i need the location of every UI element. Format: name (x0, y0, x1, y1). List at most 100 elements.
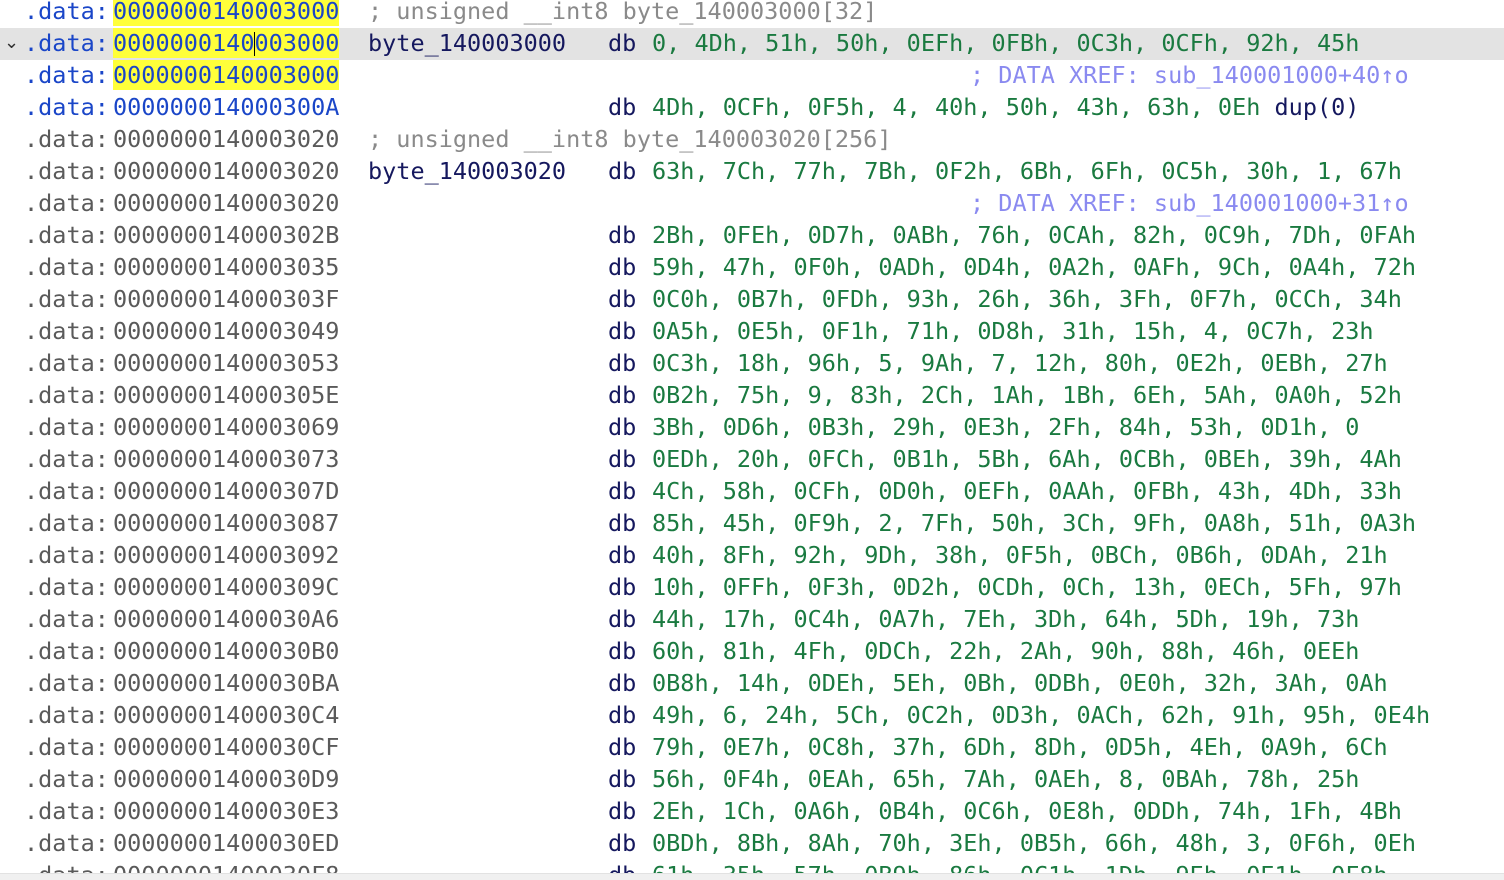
address[interactable]: 000000014000309C (113, 572, 339, 602)
xref-comment[interactable]: ; DATA XREF: sub_140001000+40↑o (970, 60, 1409, 90)
operand-values: 85h, 45h, 0F9h, 2, 7Fh, 50h, 3Ch, 9Fh, 0… (652, 509, 1417, 537)
directive: db (608, 509, 637, 537)
operand-values: 0, 4Dh, 51h, 50h, 0EFh, 0FBh, 0C3h, 0CFh… (652, 29, 1360, 57)
address[interactable]: 0000000140003020 (113, 124, 339, 154)
operands: 3Bh, 0D6h, 0B3h, 29h, 0E3h, 2Fh, 84h, 53… (652, 412, 1359, 442)
segment-name: .data: (24, 93, 109, 121)
address[interactable]: 0000000140003000 (113, 28, 340, 58)
address[interactable]: 000000014000305E (113, 380, 339, 410)
segment-name: .data: (24, 860, 109, 874)
symbol-label[interactable]: byte_140003000 (368, 28, 566, 58)
segment-name: .data: (24, 125, 109, 153)
operand-values: 56h, 0F4h, 0EAh, 65h, 7Ah, 0AEh, 8, 0BAh… (652, 765, 1360, 793)
disassembly-listing[interactable]: .data: 0000000140003000; unsigned __int8 … (0, 0, 1504, 874)
listing-line[interactable]: .data: 00000001400030C4 db 49h, 6, 24h, 5Ch… (0, 700, 1504, 732)
segment-name: .data: (24, 541, 109, 569)
address[interactable]: 0000000140003020 (113, 188, 339, 218)
operands: 10h, 0FFh, 0F3h, 0D2h, 0CDh, 0Ch, 13h, 0… (652, 572, 1402, 602)
address[interactable]: 00000001400030E3 (113, 796, 339, 826)
operands: 2Eh, 1Ch, 0A6h, 0B4h, 0C6h, 0E8h, 0DDh, … (652, 796, 1402, 826)
listing-line[interactable]: .data: 000000014000307D db 4Ch, 58h, 0CFh, … (0, 476, 1504, 508)
address[interactable]: 0000000140003069 (113, 412, 339, 442)
listing-line[interactable]: .data: 00000001400030F8 db 61h, 35h, 57h, 0… (0, 860, 1504, 874)
listing-line[interactable]: .data: 0000000140003020 byte_140003020 db 63… (0, 156, 1504, 188)
address[interactable]: 0000000140003035 (113, 252, 339, 282)
listing-line[interactable]: .data: 00000001400030ED db 0BDh, 8Bh, 8Ah, … (0, 828, 1504, 860)
address[interactable]: 00000001400030D9 (113, 764, 339, 794)
listing-line[interactable]: .data: 000000014000309C db 10h, 0FFh, 0F3h,… (0, 572, 1504, 604)
collapse-chevron-icon[interactable]: ⌄ (4, 28, 22, 58)
operands: 0, 4Dh, 51h, 50h, 0EFh, 0FBh, 0C3h, 0CFh… (652, 28, 1359, 58)
address[interactable]: 000000014000303F (113, 284, 339, 314)
operand-values: 79h, 0E7h, 0C8h, 37h, 6Dh, 8Dh, 0D5h, 4E… (652, 733, 1388, 761)
address[interactable]: 0000000140003087 (113, 508, 339, 538)
listing-line[interactable]: .data: 000000014000302B db 2Bh, 0FEh, 0D7h,… (0, 220, 1504, 252)
listing-line[interactable]: .data: 00000001400030BA db 0B8h, 14h, 0DEh,… (0, 668, 1504, 700)
symbol-label[interactable]: byte_140003020 (368, 156, 566, 186)
listing-line[interactable]: .data: 0000000140003073 db 0EDh, 20h, 0FCh,… (0, 444, 1504, 476)
address[interactable]: 00000001400030B0 (113, 636, 339, 666)
listing-line[interactable]: .data: 0000000140003069 db 3Bh, 0D6h, 0B3h,… (0, 412, 1504, 444)
segment-name: .data: (24, 477, 109, 505)
listing-line[interactable]: .data: 000000014000303F db 0C0h, 0B7h, 0FDh… (0, 284, 1504, 316)
listing-line[interactable]: .data: 0000000140003049 db 0A5h, 0E5h, 0F1h… (0, 316, 1504, 348)
dup-expression: dup(0) (1274, 93, 1360, 121)
listing-line[interactable]: .data: 0000000140003035 db 59h, 47h, 0F0h, … (0, 252, 1504, 284)
operand-values: 44h, 17h, 0C4h, 0A7h, 7Eh, 3Dh, 64h, 5Dh… (652, 605, 1360, 633)
address[interactable]: 0000000140003020 (113, 156, 339, 186)
directive: db (608, 605, 637, 633)
address[interactable]: 00000001400030C4 (113, 700, 339, 730)
directive: db (608, 541, 637, 569)
address[interactable]: 0000000140003049 (113, 316, 339, 346)
listing-line[interactable]: .data: 00000001400030B0 db 60h, 81h, 4Fh, 0… (0, 636, 1504, 668)
listing-line[interactable]: .data: 00000001400030A6 db 44h, 17h, 0C4h, … (0, 604, 1504, 636)
segment-name: .data: (24, 413, 109, 441)
comment: ; unsigned __int8 byte_140003020[256] (368, 125, 892, 153)
segment-name: .data: (24, 445, 109, 473)
operand-values: 40h, 8Fh, 92h, 9Dh, 38h, 0F5h, 0BCh, 0B6… (652, 541, 1388, 569)
address[interactable]: 000000014000307D (113, 476, 339, 506)
operands: 63h, 7Ch, 77h, 7Bh, 0F2h, 6Bh, 6Fh, 0C5h… (652, 156, 1402, 186)
address[interactable]: 0000000140003073 (113, 444, 339, 474)
operand-values: 2Eh, 1Ch, 0A6h, 0B4h, 0C6h, 0E8h, 0DDh, … (652, 797, 1402, 825)
address[interactable]: 0000000140003092 (113, 540, 339, 570)
directive: db (608, 765, 637, 793)
horizontal-scrollbar[interactable] (0, 873, 1504, 880)
address[interactable]: 00000001400030CF (113, 732, 339, 762)
address[interactable]: 00000001400030ED (113, 828, 339, 858)
listing-line[interactable]: .data: 0000000140003000 ; unsigned __int8 … (0, 0, 1504, 28)
address[interactable]: 00000001400030BA (113, 668, 339, 698)
listing-line[interactable]: .data: 00000001400030E3 db 2Eh, 1Ch, 0A6h, … (0, 796, 1504, 828)
listing-line[interactable]: .data: 0000000140003053 db 0C3h, 18h, 96h, … (0, 348, 1504, 380)
address[interactable]: 0000000140003053 (113, 348, 339, 378)
segment-name: .data: (24, 317, 109, 345)
listing-line[interactable]: .data: 000000014000305E db 0B2h, 75h, 9, 83… (0, 380, 1504, 412)
segment-name: .data: (24, 637, 109, 665)
address[interactable]: 000000014000302B (113, 220, 339, 250)
address[interactable]: 00000001400030A6 (113, 604, 339, 634)
address[interactable]: 000000014000300A (113, 92, 339, 122)
listing-line[interactable]: .data: 0000000140003092 db 40h, 8Fh, 92h, 9… (0, 540, 1504, 572)
operands: 0BDh, 8Bh, 8Ah, 70h, 3Eh, 0B5h, 66h, 48h… (652, 828, 1416, 858)
directive: db (608, 157, 637, 185)
listing-line[interactable]: .data: 0000000140003020 ; unsigned __int8 … (0, 124, 1504, 156)
address[interactable]: 00000001400030F8 (113, 860, 339, 874)
directive: db (608, 637, 637, 665)
listing-line[interactable]: .data: 00000001400030D9 db 56h, 0F4h, 0EAh,… (0, 764, 1504, 796)
address[interactable]: 0000000140003000 (113, 60, 340, 90)
segment-name: .data: (24, 285, 109, 313)
address[interactable]: 0000000140003000 (113, 0, 340, 26)
directive: db (608, 669, 637, 697)
listing-line[interactable]: .data: 00000001400030CF db 79h, 0E7h, 0C8h,… (0, 732, 1504, 764)
xref-comment[interactable]: ; DATA XREF: sub_140001000+31↑o (970, 188, 1409, 218)
segment-name: .data: (24, 733, 109, 761)
operand-values: 4Ch, 58h, 0CFh, 0D0h, 0EFh, 0AAh, 0FBh, … (652, 477, 1402, 505)
segment-name: .data: (24, 381, 109, 409)
listing-line[interactable]: .data: 0000000140003000 ; DATA XREF: sub_1… (0, 60, 1504, 92)
listing-line[interactable]: .data: 000000014000300A db 4Dh, 0CFh, 0F5h,… (0, 92, 1504, 124)
listing-line[interactable]: .data: 0000000140003020 ; DATA XREF: sub_1… (0, 188, 1504, 220)
operands: 44h, 17h, 0C4h, 0A7h, 7Eh, 3Dh, 64h, 5Dh… (652, 604, 1359, 634)
segment-name: .data: (24, 189, 109, 217)
listing-line[interactable]: ⌄ .data: 0000000140003000 byte_140003000 db 0… (0, 28, 1504, 60)
listing-line[interactable]: .data: 0000000140003087 db 85h, 45h, 0F9h, … (0, 508, 1504, 540)
